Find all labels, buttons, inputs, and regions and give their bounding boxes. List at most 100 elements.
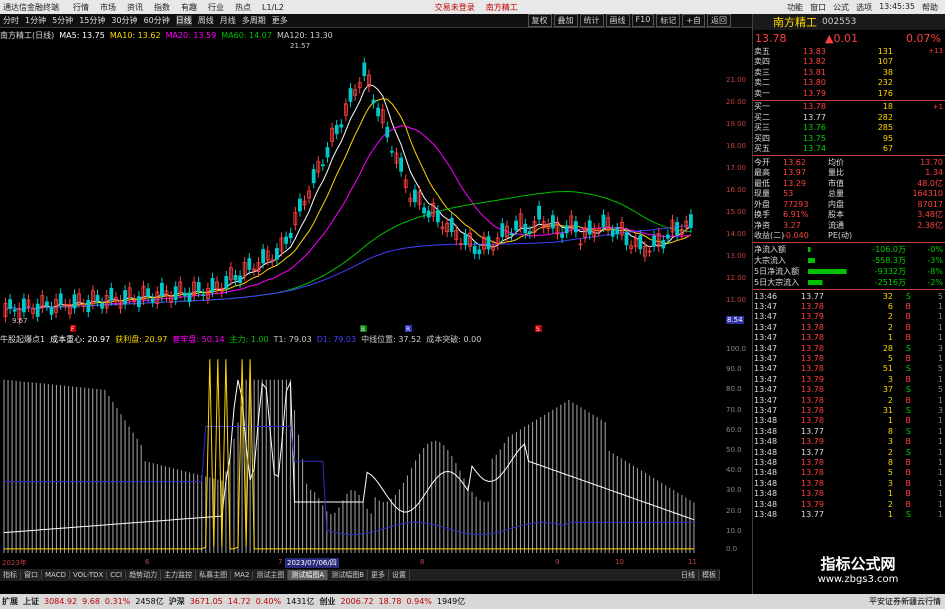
tick-row-t: 13:47 [754,385,778,395]
menu-item[interactable]: 有趣 [181,2,197,13]
ask-level-n: 38 [882,67,893,77]
tick-row-bs: S [905,343,911,353]
tool-button[interactable]: +自 [682,14,705,27]
quote-stat-c: 内盘 [828,199,844,209]
tick-row: 13:48 13.79 3 B 1 [753,436,945,446]
tool-button[interactable]: 复权 [527,14,552,27]
candle-body [587,220,592,235]
index-name[interactable]: 上证 [23,596,39,607]
quote-stat: 净资 3.27 流通 2.38亿 [753,220,945,231]
tick-row-c: 1 [937,437,943,447]
trade-login-status[interactable]: 交易未登录 [435,2,475,13]
indicator-chart[interactable] [0,345,720,557]
quote-stat-d: 87017 [917,199,943,209]
tab-private-main[interactable]: 私募主图 [196,570,232,580]
ask-level-l: 卖四 [754,57,770,67]
tick-list[interactable]: 13:46 13.77 32 S 5 13:47 13.78 6 B 1 13:47 13.79 2 B 1… [753,291,945,520]
period-button[interactable]: 5分钟 [52,15,73,26]
tab-more[interactable]: 更多 [368,570,390,580]
tab-vol[interactable]: VOL-TDX [70,571,108,579]
tab-test-a[interactable]: 测试幅图A [288,570,329,580]
period-button[interactable]: 多周期 [242,15,266,26]
tool-button[interactable]: 返回 [707,14,731,27]
tick-row-t: 13:47 [754,405,778,415]
index-value: 3084.92 [44,597,78,606]
menu-item[interactable]: 热点 [235,2,251,13]
candle-body [173,286,178,300]
menu-options[interactable]: 选项 [856,2,872,13]
tick-row-pr: 13.78 [801,489,824,499]
tool-button[interactable]: 画线 [605,14,630,27]
quote-stat-a: 今开 [754,157,770,167]
menu-item[interactable]: 行情 [73,2,89,13]
tick-row: 13:48 13.78 1 B 1 [753,488,945,498]
tick-row: 13:47 13.78 28 S 3 [753,343,945,353]
candle-body [463,233,468,246]
period-button[interactable]: 周线 [198,15,214,26]
tab-main-monitor[interactable]: 主力监控 [161,570,197,580]
quote-stat: 收益(二) -0.040 PE(动) [753,231,945,242]
tool-button[interactable]: 叠加 [553,14,578,27]
tab-cci[interactable]: CCI [107,571,127,579]
tick-row-c: 1 [937,509,943,519]
ma60-line [5,190,691,311]
period-button[interactable]: 15分钟 [79,15,105,26]
money-flow: 净流入额 -106.0万 -0% 大宗流入 -558.3万 -3% 5日净流入额 -9332万… [753,244,945,288]
signal-marker-row: F B R S [70,325,542,333]
tab-test-main[interactable]: 测试主图 [253,570,289,580]
period-button[interactable]: 更多 [272,15,288,26]
tool-button[interactable]: 标记 [656,14,681,27]
candle-body [109,288,114,301]
quote-stat-a: 净资 [754,220,770,230]
tab-trend[interactable]: 趋势动力 [126,570,162,580]
candle-body [666,234,670,239]
tick-row-c: 3 [937,405,943,415]
period-button[interactable]: 30分钟 [111,15,137,26]
candle-body [58,293,63,305]
tab-test-b[interactable]: 测试幅图B [328,570,369,580]
candle-body [201,294,206,296]
tab-settings[interactable]: 设置 [389,570,411,580]
tick-row-bs: B [905,468,912,478]
period-button[interactable]: 分时 [3,15,19,26]
period-button[interactable]: 月线 [220,15,236,26]
indicator-name[interactable]: 牛股起爆点1 [0,334,45,345]
index-name[interactable]: 沪深 [169,596,185,607]
tool-button[interactable]: 统计 [579,14,604,27]
period-button[interactable]: 60分钟 [144,15,170,26]
period-button-active[interactable]: 日线 [175,15,192,26]
period-button[interactable]: 1分钟 [25,15,46,26]
tab-macd[interactable]: MACD [42,571,70,579]
candle-body [72,294,77,309]
price-tick: 21.00 [726,76,747,84]
indicator-title-bar: 牛股起爆点1 成本重心: 20.97 获利盘: 20.97 套牢盘: 50.14… [0,333,720,345]
index-name[interactable]: 创业 [319,596,335,607]
tab-window[interactable]: 窗口 [21,570,42,580]
kline-chart[interactable]: 21.57 9.67 [0,42,720,325]
tab-template[interactable]: 模板 [699,570,720,580]
menu-formula[interactable]: 公式 [833,2,849,13]
tick-row-pr: 13.78 [801,364,824,374]
tab-daily[interactable]: 日线 [678,570,699,580]
menu-item[interactable]: L1/L2 [262,3,284,12]
tool-button[interactable]: F10 [631,14,655,27]
candle-body [564,225,569,234]
tick-row-c: 1 [937,302,943,312]
tab-indicator[interactable]: 指标 [0,570,21,580]
tab-ma2[interactable]: MA2 [231,571,254,579]
status-tag[interactable]: 扩展 [2,596,18,607]
candle-body [334,125,339,135]
menu-window[interactable]: 窗口 [810,2,826,13]
menu-item[interactable]: 资讯 [127,2,143,13]
d1-line [4,426,694,536]
low-price-label: 9.67 [12,317,28,325]
menu-item[interactable]: 行业 [208,2,224,13]
candle-body [238,275,243,283]
ma60-label: MA60: 14.07 [221,31,272,40]
menu-function[interactable]: 功能 [787,2,803,13]
bid-level-l: 买三 [754,123,770,133]
menu-item[interactable]: 指数 [154,2,170,13]
menu-item[interactable]: 市场 [100,2,116,13]
candle-body [449,217,454,233]
menu-help[interactable]: 帮助 [922,2,938,13]
